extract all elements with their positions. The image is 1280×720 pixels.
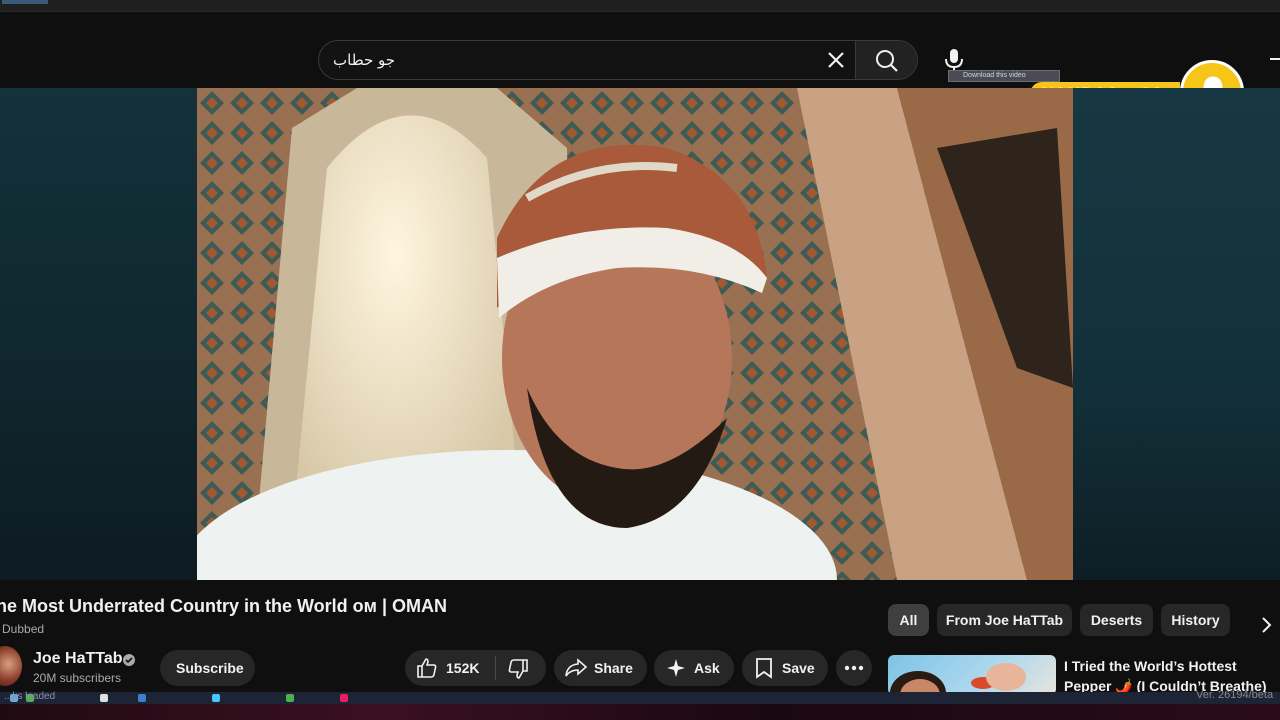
video-title: he Most Underrated Country in the World … <box>0 596 448 616</box>
channel-avatar[interactable] <box>0 646 22 686</box>
chip-all[interactable]: All <box>888 604 929 636</box>
bookmark-icon <box>756 658 772 679</box>
chevron-right-icon[interactable] <box>1256 614 1276 636</box>
app-icon[interactable] <box>100 694 108 702</box>
app-icon[interactable] <box>212 694 220 702</box>
version-label: Ver. 26194/beta <box>1196 689 1274 701</box>
overflow-dash <box>1270 58 1280 60</box>
verified-badge-icon <box>123 653 135 666</box>
app-icon[interactable] <box>138 694 146 702</box>
subscribe-label: Subscribe <box>176 660 244 676</box>
os-taskbar <box>0 692 1280 704</box>
share-icon <box>565 658 588 677</box>
share-label: Share <box>594 660 633 676</box>
like-count: 152K <box>446 660 480 676</box>
search-input[interactable]: جو حطاب <box>333 51 395 69</box>
browser-top-strip <box>0 0 1280 12</box>
bottom-background-strip <box>0 704 1280 720</box>
chip-deserts[interactable]: Deserts <box>1080 604 1153 636</box>
share-button[interactable]: Share <box>554 650 647 686</box>
recommended-video-thumbnail[interactable] <box>888 655 1056 695</box>
like-dislike-group: 152K <box>405 650 546 686</box>
dubbed-label: Dubbed <box>2 622 45 636</box>
more-dots-icon <box>844 665 864 671</box>
save-button[interactable]: Save <box>742 650 828 686</box>
clear-search-icon[interactable] <box>823 49 849 73</box>
thumbs-up-icon <box>417 658 437 678</box>
chip-history[interactable]: History <box>1161 604 1230 636</box>
app-icon[interactable] <box>286 694 294 702</box>
tab-indicator <box>2 0 48 4</box>
app-icon[interactable] <box>340 694 348 702</box>
search-icon <box>876 50 898 72</box>
search-button[interactable] <box>856 41 917 79</box>
taskbar-status-text: ...ks loaded <box>4 691 56 702</box>
save-label: Save <box>782 660 815 676</box>
ask-label: Ask <box>694 660 720 676</box>
dislike-button[interactable] <box>496 650 546 686</box>
thumbnail-image <box>890 663 1026 695</box>
like-button[interactable]: 152K <box>405 650 495 686</box>
ambient-right-panel <box>1073 88 1280 580</box>
ambient-left-panel <box>0 88 197 580</box>
download-video-text: Download this video <box>963 72 1026 79</box>
sparkle-icon <box>667 659 685 677</box>
subscriber-count: 20M subscribers <box>33 671 122 685</box>
video-player[interactable] <box>197 88 1073 580</box>
video-frame-image <box>197 88 1073 580</box>
download-video-bar[interactable]: Download this video <box>948 70 1060 82</box>
chip-from-joe-hattab[interactable]: From Joe HaTTab <box>937 604 1072 636</box>
search-box[interactable]: جو حطاب <box>318 40 918 80</box>
thumbs-down-icon <box>508 659 528 679</box>
channel-name[interactable]: Joe HaTTab <box>33 650 123 668</box>
more-actions-button[interactable] <box>836 650 872 686</box>
ask-button[interactable]: Ask <box>654 650 734 686</box>
subscribe-button[interactable]: Subscribe <box>160 650 255 686</box>
